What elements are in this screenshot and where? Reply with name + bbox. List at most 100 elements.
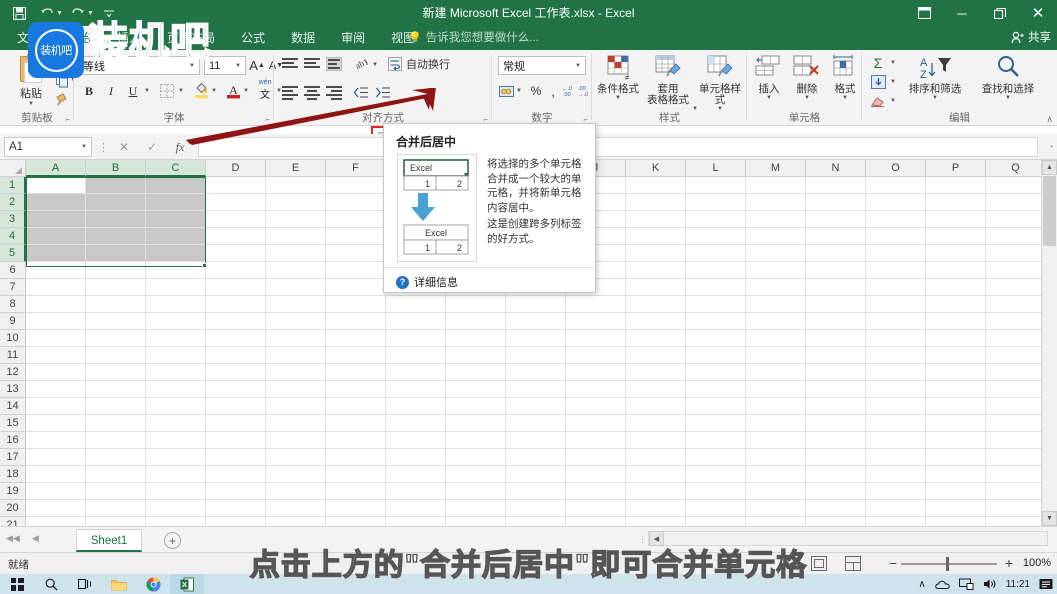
cell-E3[interactable]: [266, 211, 326, 228]
cell-C2[interactable]: [146, 194, 206, 211]
cell-O3[interactable]: [866, 211, 926, 228]
cell-I14[interactable]: [506, 398, 566, 415]
cell-E11[interactable]: [266, 347, 326, 364]
cell-A17[interactable]: [26, 449, 86, 466]
font-color-dropdown-icon[interactable]: ▼: [243, 88, 249, 94]
format-cells-button[interactable]: 格式 ▼: [827, 54, 863, 101]
cell-K17[interactable]: [626, 449, 686, 466]
cell-L10[interactable]: [686, 330, 746, 347]
borders-dropdown-icon[interactable]: ▼: [178, 88, 184, 94]
delete-dropdown-icon[interactable]: ▼: [804, 95, 810, 101]
cell-L17[interactable]: [686, 449, 746, 466]
cell-P12[interactable]: [926, 364, 986, 381]
tooltip-help-link[interactable]: ? 详细信息: [396, 274, 458, 290]
row-header-13[interactable]: 13: [0, 381, 26, 398]
cell-K7[interactable]: [626, 279, 686, 296]
cell-N15[interactable]: [806, 415, 866, 432]
cell-E17[interactable]: [266, 449, 326, 466]
cell-D21[interactable]: [206, 517, 266, 526]
cell-F17[interactable]: [326, 449, 386, 466]
cell-B5[interactable]: [86, 245, 146, 262]
sort-filter-dropdown-icon[interactable]: ▼: [932, 95, 938, 101]
decrease-indent-icon[interactable]: [352, 84, 370, 100]
cell-P16[interactable]: [926, 432, 986, 449]
cell-M10[interactable]: [746, 330, 806, 347]
cell-F3[interactable]: [326, 211, 386, 228]
cell-P13[interactable]: [926, 381, 986, 398]
cell-A2[interactable]: [26, 194, 86, 211]
cell-K18[interactable]: [626, 466, 686, 483]
cell-M3[interactable]: [746, 211, 806, 228]
cell-L21[interactable]: [686, 517, 746, 526]
cell-G18[interactable]: [386, 466, 446, 483]
cell-K4[interactable]: [626, 228, 686, 245]
cell-E2[interactable]: [266, 194, 326, 211]
align-right-icon[interactable]: [326, 86, 342, 100]
cell-N1[interactable]: [806, 177, 866, 194]
cell-M9[interactable]: [746, 313, 806, 330]
cell-J8[interactable]: [566, 296, 626, 313]
cell-P19[interactable]: [926, 483, 986, 500]
cell-C19[interactable]: [146, 483, 206, 500]
tab-review[interactable]: 审阅: [328, 26, 378, 50]
cell-O13[interactable]: [866, 381, 926, 398]
cell-Q6[interactable]: [986, 262, 1046, 279]
vertical-scrollbar[interactable]: ▲ ▼: [1041, 160, 1057, 526]
cell-F11[interactable]: [326, 347, 386, 364]
scroll-down-button[interactable]: ▼: [1042, 511, 1057, 526]
clear-dropdown-icon[interactable]: ▼: [890, 98, 896, 104]
cell-Q20[interactable]: [986, 500, 1046, 517]
row-header-3[interactable]: 3: [0, 211, 26, 228]
column-header-O[interactable]: O: [866, 160, 926, 177]
cell-K10[interactable]: [626, 330, 686, 347]
cell-G14[interactable]: [386, 398, 446, 415]
cell-M5[interactable]: [746, 245, 806, 262]
cell-G8[interactable]: [386, 296, 446, 313]
cell-N21[interactable]: [806, 517, 866, 526]
cell-A4[interactable]: [26, 228, 86, 245]
cell-M13[interactable]: [746, 381, 806, 398]
cell-C11[interactable]: [146, 347, 206, 364]
cell-F1[interactable]: [326, 177, 386, 194]
cell-B2[interactable]: [86, 194, 146, 211]
cell-Q14[interactable]: [986, 398, 1046, 415]
cell-A8[interactable]: [26, 296, 86, 313]
cell-E10[interactable]: [266, 330, 326, 347]
cell-N8[interactable]: [806, 296, 866, 313]
cell-C20[interactable]: [146, 500, 206, 517]
column-header-N[interactable]: N: [806, 160, 866, 177]
cell-D13[interactable]: [206, 381, 266, 398]
cell-O11[interactable]: [866, 347, 926, 364]
row-header-9[interactable]: 9: [0, 313, 26, 330]
fill-handle[interactable]: [202, 263, 207, 268]
cell-B20[interactable]: [86, 500, 146, 517]
cell-O2[interactable]: [866, 194, 926, 211]
sort-and-filter-button[interactable]: AZ 排序和筛选 ▼: [904, 54, 966, 101]
cell-B15[interactable]: [86, 415, 146, 432]
cell-K8[interactable]: [626, 296, 686, 313]
cell-I11[interactable]: [506, 347, 566, 364]
cell-D15[interactable]: [206, 415, 266, 432]
italic-button[interactable]: I: [102, 82, 120, 100]
cell-B4[interactable]: [86, 228, 146, 245]
cell-Q15[interactable]: [986, 415, 1046, 432]
row-header-6[interactable]: 6: [0, 262, 26, 279]
ribbon-display-options-icon[interactable]: [905, 0, 943, 26]
cell-N12[interactable]: [806, 364, 866, 381]
cell-P5[interactable]: [926, 245, 986, 262]
cell-B12[interactable]: [86, 364, 146, 381]
cell-D6[interactable]: [206, 262, 266, 279]
cell-K5[interactable]: [626, 245, 686, 262]
cell-D17[interactable]: [206, 449, 266, 466]
cell-O9[interactable]: [866, 313, 926, 330]
cell-C4[interactable]: [146, 228, 206, 245]
collapse-ribbon-icon[interactable]: ∧: [1046, 114, 1053, 125]
cell-E21[interactable]: [266, 517, 326, 526]
expand-formula-bar-icon[interactable]: ⌄: [1049, 142, 1054, 149]
cell-K15[interactable]: [626, 415, 686, 432]
cell-K19[interactable]: [626, 483, 686, 500]
cell-L9[interactable]: [686, 313, 746, 330]
cell-J21[interactable]: [566, 517, 626, 526]
cell-O17[interactable]: [866, 449, 926, 466]
cell-M12[interactable]: [746, 364, 806, 381]
